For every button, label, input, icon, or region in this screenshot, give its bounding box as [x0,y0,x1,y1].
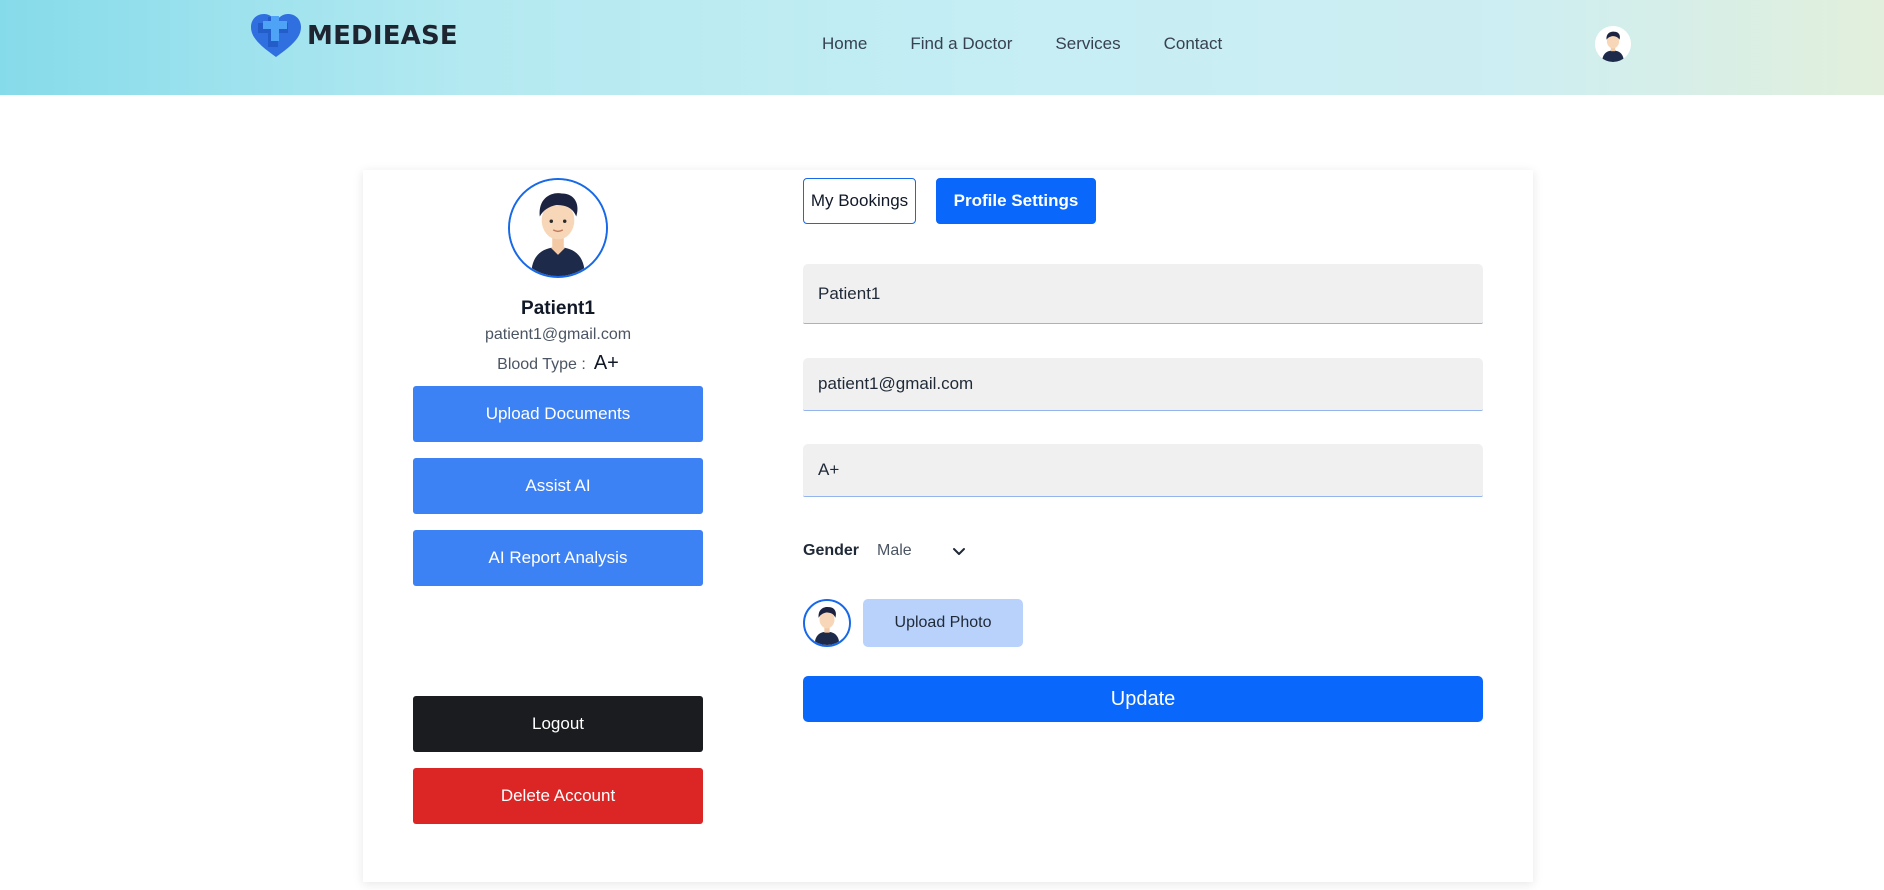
name-field-value: Patient1 [818,283,881,303]
logout-button[interactable]: Logout [413,696,703,752]
email-field[interactable]: patient1@gmail.com [803,358,1483,411]
ai-report-analysis-button[interactable]: AI Report Analysis [413,530,703,586]
user-avatar-icon [805,601,849,645]
blood-type-value: A+ [593,352,619,374]
brand-name: MEDIEASE [307,21,458,51]
profile-card: Patient1 patient1@gmail.com Blood Type :… [363,170,1533,882]
gender-row: Gender Male [803,542,966,560]
gender-label: Gender [803,542,860,559]
gender-select[interactable]: Male [877,542,966,560]
chevron-down-icon [952,548,965,555]
heart-cross-logo-icon [251,14,301,57]
nav-home[interactable]: Home [822,34,867,54]
profile-name: Patient1 [521,298,595,319]
tab-profile-settings[interactable]: Profile Settings [936,178,1096,224]
user-avatar-icon [510,180,606,276]
profile-email: patient1@gmail.com [484,326,632,343]
photo-preview-avatar [803,599,851,647]
nav-find-a-doctor[interactable]: Find a Doctor [910,34,1012,54]
main-nav: Home Find a Doctor Services Contact [822,34,1222,54]
site-header: MEDIEASE Home Find a Doctor Services Con… [0,0,1884,95]
upload-documents-button[interactable]: Upload Documents [413,386,703,442]
profile-blood-type: Blood Type : A+ [363,352,753,375]
nav-contact[interactable]: Contact [1164,34,1223,54]
email-field-value: patient1@gmail.com [818,374,974,393]
nav-services[interactable]: Services [1055,34,1120,54]
profile-avatar [508,178,608,278]
blood-type-field-value: A+ [818,460,840,479]
user-avatar-icon [1595,26,1631,62]
brand-logo[interactable]: MEDIEASE [249,13,458,59]
assist-ai-button[interactable]: Assist AI [413,458,703,514]
upload-photo-button[interactable]: Upload Photo [863,599,1023,647]
gender-selected-value: Male [877,542,912,559]
update-button[interactable]: Update [803,676,1483,722]
name-field[interactable]: Patient1 [803,264,1483,324]
blood-type-label: Blood Type : [497,356,586,373]
tab-my-bookings[interactable]: My Bookings [803,178,916,224]
blood-type-field[interactable]: A+ [803,444,1483,497]
header-avatar[interactable] [1595,26,1631,62]
delete-account-button[interactable]: Delete Account [413,768,703,824]
